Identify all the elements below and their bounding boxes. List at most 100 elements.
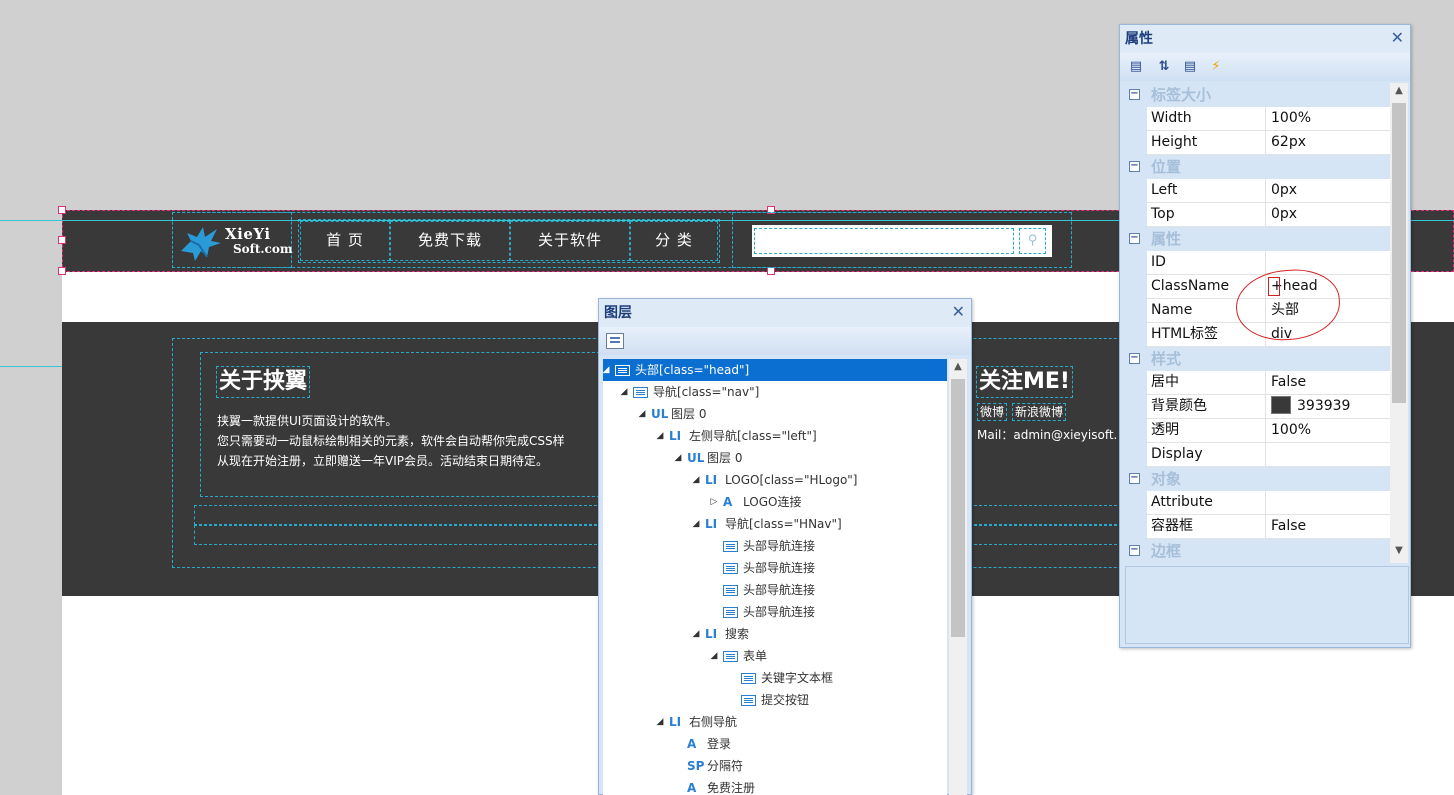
property-gutter	[1125, 179, 1147, 203]
div-icon	[615, 365, 630, 376]
resize-handle[interactable]	[58, 206, 66, 214]
collapse-toggle-icon[interactable]: −	[1129, 161, 1140, 172]
layer-tree-item[interactable]: 头部导航连接	[603, 535, 947, 557]
property-row[interactable]: ID	[1125, 251, 1390, 275]
property-row[interactable]: Display	[1125, 443, 1390, 467]
layer-tree-item[interactable]: ◢ UL 图层 0	[603, 403, 947, 425]
layer-tree-item[interactable]: ◢ 导航[class="nav"]	[603, 381, 947, 403]
collapse-arrow-icon[interactable]: ◢	[691, 623, 701, 645]
property-grid-scrollbar[interactable]: ▲ ▼	[1390, 83, 1408, 563]
collapse-arrow-icon[interactable]: ◢	[691, 513, 701, 535]
property-category[interactable]: − 标签大小	[1125, 83, 1390, 107]
search-button[interactable]: ⚲	[1019, 228, 1046, 254]
layer-tree-scrollbar[interactable]: ▲	[949, 359, 967, 795]
collapse-arrow-icon[interactable]: ◢	[655, 425, 665, 447]
resize-handle[interactable]	[58, 236, 66, 244]
expand-arrow-icon[interactable]: ▷	[709, 491, 719, 513]
resize-handle[interactable]	[767, 267, 775, 275]
collapse-toggle-icon[interactable]: −	[1129, 89, 1140, 100]
close-icon[interactable]: ✕	[952, 303, 965, 321]
color-swatch[interactable]	[1271, 396, 1291, 414]
layer-tree-item[interactable]: ▷ A LOGO连接	[603, 491, 947, 513]
nav-link-category[interactable]: 分 类	[630, 221, 718, 261]
property-category[interactable]: − 边框	[1125, 539, 1390, 563]
property-category[interactable]: − 对象	[1125, 467, 1390, 491]
property-row[interactable]: Left 0px	[1125, 179, 1390, 203]
property-row[interactable]: Attribute	[1125, 491, 1390, 515]
layers-toolbar	[599, 327, 971, 355]
layer-tree-item[interactable]: ◢ LI 右侧导航	[603, 711, 947, 733]
collapse-arrow-icon[interactable]: ◢	[709, 645, 719, 667]
nav-link-home[interactable]: 首 页	[300, 221, 390, 261]
resize-handle[interactable]	[58, 267, 66, 275]
search-icon: ⚲	[1027, 233, 1038, 248]
property-pages-icon[interactable]: ▤	[1180, 58, 1200, 76]
scroll-up-icon[interactable]: ▲	[949, 361, 967, 372]
layer-tree-item[interactable]: ◢ LI 左侧导航[class="left"]	[603, 425, 947, 447]
layer-tree-item[interactable]: SP 分隔符	[603, 755, 947, 777]
property-value[interactable]: 0px	[1271, 203, 1297, 226]
scrollbar-thumb[interactable]	[1392, 103, 1406, 403]
layer-tree-item[interactable]: A 免费注册	[603, 777, 947, 795]
layer-tree-label: 头部导航连接	[743, 539, 816, 553]
sina-weibo-link[interactable]: 新浪微博	[1012, 403, 1067, 421]
property-value[interactable]: False	[1271, 515, 1306, 538]
property-value[interactable]: 393939	[1271, 395, 1350, 418]
layer-tree-item[interactable]: ◢ LI LOGO[class="HLogo"]	[603, 469, 947, 491]
property-category[interactable]: − 属性	[1125, 227, 1390, 251]
property-row[interactable]: Height 62px	[1125, 131, 1390, 155]
property-row[interactable]: 透明 100%	[1125, 419, 1390, 443]
categorized-icon[interactable]: ▤	[1126, 58, 1146, 76]
nav-link-download[interactable]: 免费下载	[390, 221, 510, 261]
scroll-down-icon[interactable]: ▼	[1390, 545, 1408, 556]
layer-tree-item[interactable]: ◢ LI 导航[class="HNav"]	[603, 513, 947, 535]
nav-link-about[interactable]: 关于软件	[510, 221, 630, 261]
close-icon[interactable]: ✕	[1391, 29, 1404, 47]
property-row[interactable]: Width 100%	[1125, 107, 1390, 131]
layer-tree-item[interactable]: ◢ 头部[class="head"]	[603, 359, 947, 381]
property-category[interactable]: − 位置	[1125, 155, 1390, 179]
property-gutter	[1125, 515, 1147, 539]
property-value[interactable]: False	[1271, 371, 1306, 394]
property-row[interactable]: Top 0px	[1125, 203, 1390, 227]
property-category[interactable]: − 样式	[1125, 347, 1390, 371]
collapse-toggle-icon[interactable]: −	[1129, 473, 1140, 484]
property-row[interactable]: 居中 False	[1125, 371, 1390, 395]
scrollbar-thumb[interactable]	[951, 379, 965, 637]
layer-tree-item[interactable]: 头部导航连接	[603, 557, 947, 579]
layer-tree-item[interactable]: ◢ LI 搜索	[603, 623, 947, 645]
sort-alpha-icon[interactable]: ⇅	[1154, 58, 1174, 76]
layer-tree-item[interactable]: ◢ 表单	[603, 645, 947, 667]
layer-tree-item[interactable]: 提交按钮	[603, 689, 947, 711]
layer-tree-item[interactable]: A 登录	[603, 733, 947, 755]
collapse-arrow-icon[interactable]: ◢	[691, 469, 701, 491]
collapse-toggle-icon[interactable]: −	[1129, 353, 1140, 364]
weibo-link[interactable]: 微博	[977, 403, 1008, 421]
property-value[interactable]: 100%	[1271, 107, 1311, 130]
collapse-arrow-icon[interactable]: ◢	[637, 403, 647, 425]
a-tag-icon: A	[723, 495, 733, 509]
search-input[interactable]	[754, 228, 1014, 254]
layer-tree-item[interactable]: 头部导航连接	[603, 579, 947, 601]
collapse-arrow-icon[interactable]: ◢	[673, 447, 683, 469]
scroll-up-icon[interactable]: ▲	[1390, 85, 1408, 96]
layer-tree-label: 表单	[743, 649, 768, 663]
property-gutter	[1125, 443, 1147, 467]
layer-tree-item[interactable]: 头部导航连接	[603, 601, 947, 623]
property-row[interactable]: 容器框 False	[1125, 515, 1390, 539]
property-row[interactable]: 背景颜色 393939	[1125, 395, 1390, 419]
collapse-arrow-icon[interactable]: ◢	[655, 711, 665, 733]
layer-tree-item[interactable]: 关键字文本框	[603, 667, 947, 689]
collapse-arrow-icon[interactable]: ◢	[603, 359, 611, 381]
property-value[interactable]: 100%	[1271, 419, 1311, 442]
property-value[interactable]: 62px	[1271, 131, 1306, 154]
collapse-toggle-icon[interactable]: −	[1129, 545, 1140, 556]
events-icon[interactable]: ⚡	[1206, 58, 1226, 76]
layer-tree-item[interactable]: ◢ UL 图层 0	[603, 447, 947, 469]
collapse-arrow-icon[interactable]: ◢	[619, 381, 629, 403]
layer-tree-label: 分隔符	[707, 759, 744, 773]
property-value[interactable]: 0px	[1271, 179, 1297, 202]
layer-tree-label: 右侧导航	[689, 715, 738, 729]
collapse-toggle-icon[interactable]: −	[1129, 233, 1140, 244]
layer-list-icon[interactable]	[606, 333, 624, 349]
